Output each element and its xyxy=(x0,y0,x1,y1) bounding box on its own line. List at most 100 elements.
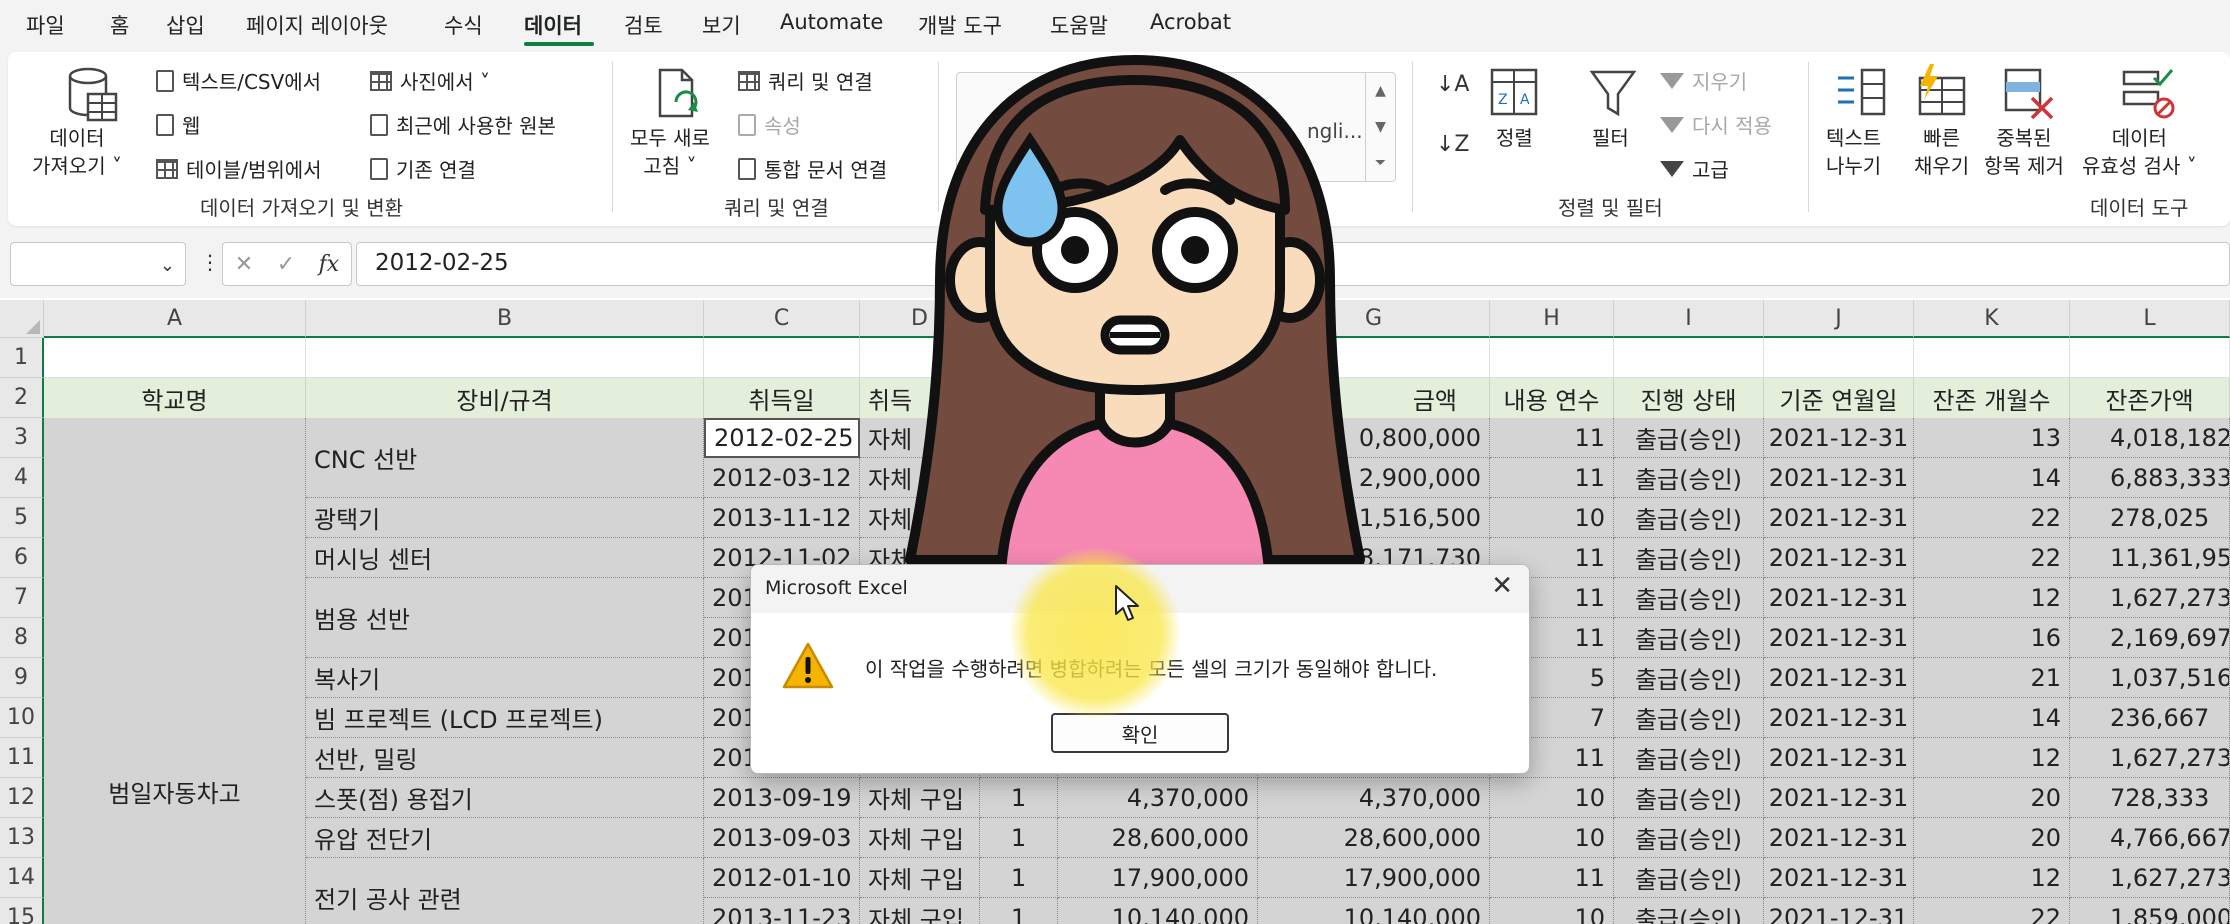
database-icon[interactable] xyxy=(64,66,120,126)
sort-ascending-icon[interactable]: ↓A xyxy=(1436,72,1469,97)
data-cell-j[interactable]: 2021-12-31 xyxy=(1764,458,1914,498)
more-options-icon[interactable]: ⋮ xyxy=(200,250,220,274)
sort-descending-icon[interactable]: ↓Z xyxy=(1436,132,1470,157)
insert-function-button[interactable]: fx xyxy=(319,252,340,277)
data-cell-c[interactable]: 2012-02-25 xyxy=(704,418,860,458)
data-cell-l[interactable]: 1,627,273 xyxy=(2070,738,2230,778)
header-cell-i[interactable]: 진행 상태 xyxy=(1614,378,1764,418)
data-cell-d[interactable]: 자체 구입 xyxy=(860,898,980,924)
data-cell-j[interactable]: 2021-12-31 xyxy=(1764,738,1914,778)
enter-icon[interactable]: ✓ xyxy=(277,252,295,277)
reapply-button[interactable]: 다시 적용 xyxy=(1660,110,1772,139)
get-data-button[interactable]: 데이터 가져오기 ˅ xyxy=(32,124,122,180)
data-cell-k[interactable]: 21 xyxy=(1914,658,2070,698)
data-cell-l[interactable]: 1,627,273 xyxy=(2070,858,2230,898)
header-cell-a[interactable]: 학교명 xyxy=(44,378,306,418)
data-cell-l[interactable]: 1,627,273 xyxy=(2070,578,2230,618)
equipment-cell[interactable]: 광택기 xyxy=(306,498,704,538)
gallery-down-icon[interactable]: ▼ xyxy=(1366,109,1395,145)
tab-data[interactable]: 데이터 xyxy=(524,10,582,40)
row-header-15[interactable]: 15 xyxy=(0,898,44,924)
data-cell-i[interactable]: 출급(승인) xyxy=(1614,658,1764,698)
row-header-4[interactable]: 4 xyxy=(0,458,44,498)
data-cell-d[interactable]: 자체 구입 xyxy=(860,818,980,858)
data-cell-h[interactable]: 10 xyxy=(1490,898,1614,924)
data-cell-k[interactable]: 22 xyxy=(1914,498,2070,538)
data-cell-h[interactable]: 10 xyxy=(1490,778,1614,818)
clear-filter-button[interactable]: 지우기 xyxy=(1660,66,1747,95)
text-to-columns-button[interactable]: 텍스트 나누기 xyxy=(1826,124,1881,180)
data-cell-g[interactable]: 10,140,000 xyxy=(1258,898,1490,924)
properties-button[interactable]: 속성 xyxy=(738,110,801,139)
equipment-cell[interactable]: 빔 프로젝트 (LCD 프로젝트) xyxy=(306,698,704,738)
school-name-cell[interactable]: 범일자동차고 xyxy=(44,418,306,924)
data-cell-k[interactable]: 13 xyxy=(1914,418,2070,458)
data-cell-l[interactable]: 1,859,000 xyxy=(2070,898,2230,924)
data-cell-k[interactable]: 16 xyxy=(1914,618,2070,658)
remove-duplicates-button[interactable]: 중복된 항목 제거 xyxy=(1984,124,2064,180)
data-cell-i[interactable]: 출급(승인) xyxy=(1614,458,1764,498)
data-validation-button[interactable]: 데이터 유효성 검사 ˅ xyxy=(2082,124,2197,180)
tab-developer[interactable]: 개발 도구 xyxy=(918,10,1002,40)
header-cell-b[interactable]: 장비/규격 xyxy=(306,378,704,418)
data-cell-i[interactable]: 출급(승인) xyxy=(1614,498,1764,538)
cell[interactable] xyxy=(2070,338,2230,378)
data-cell-k[interactable]: 20 xyxy=(1914,818,2070,858)
data-cell-j[interactable]: 2021-12-31 xyxy=(1764,818,1914,858)
workbook-links-button[interactable]: 통합 문서 연결 xyxy=(738,154,887,183)
data-cell-l[interactable]: 4,766,667 xyxy=(2070,818,2230,858)
cancel-icon[interactable]: ✕ xyxy=(235,252,253,277)
data-validation-icon[interactable] xyxy=(2120,66,2176,120)
data-cell-l[interactable]: 728,333 xyxy=(2070,778,2230,818)
data-cell-j[interactable]: 2021-12-31 xyxy=(1764,538,1914,578)
data-cell-j[interactable]: 2021-12-31 xyxy=(1764,698,1914,738)
gallery-up-icon[interactable]: ▲ xyxy=(1366,73,1395,109)
data-cell-h[interactable]: 10 xyxy=(1490,818,1614,858)
header-cell-h[interactable]: 내용 연수 xyxy=(1490,378,1614,418)
data-cell-e[interactable]: 1 xyxy=(980,778,1058,818)
filter-button[interactable]: 필터 xyxy=(1592,124,1629,152)
data-cell-f[interactable]: 28,600,000 xyxy=(1058,818,1258,858)
row-header-6[interactable]: 6 xyxy=(0,538,44,578)
data-cell-j[interactable]: 2021-12-31 xyxy=(1764,418,1914,458)
sort-icon[interactable]: Z A xyxy=(1488,66,1540,118)
equipment-cell[interactable]: 선반, 밀링 xyxy=(306,738,704,778)
tab-automate[interactable]: Automate xyxy=(780,10,883,34)
column-header-c[interactable]: C xyxy=(704,300,860,338)
equipment-cell[interactable]: 유압 전단기 xyxy=(306,818,704,858)
equipment-cell[interactable]: 복사기 xyxy=(306,658,704,698)
data-cell-e[interactable]: 1 xyxy=(980,858,1058,898)
ok-button[interactable]: 확인 xyxy=(1051,713,1229,753)
column-header-l[interactable]: L xyxy=(2070,300,2230,338)
data-cell-i[interactable]: 출급(승인) xyxy=(1614,418,1764,458)
row-header-10[interactable]: 10 xyxy=(0,698,44,738)
row-header-14[interactable]: 14 xyxy=(0,858,44,898)
data-cell-k[interactable]: 12 xyxy=(1914,738,2070,778)
flash-fill-button[interactable]: 빠른 채우기 xyxy=(1914,124,1969,180)
header-cell-k[interactable]: 잔존 개월수 xyxy=(1914,378,2070,418)
data-cell-i[interactable]: 출급(승인) xyxy=(1614,898,1764,924)
data-cell-i[interactable]: 출급(승인) xyxy=(1614,778,1764,818)
equipment-cell[interactable]: 전기 공사 관련 xyxy=(306,858,704,924)
chevron-down-icon[interactable]: ⌄ xyxy=(160,255,175,276)
column-header-a[interactable]: A xyxy=(44,300,306,338)
data-cell-j[interactable]: 2021-12-31 xyxy=(1764,618,1914,658)
equipment-cell[interactable]: 머시닝 센터 xyxy=(306,538,704,578)
close-icon[interactable]: ✕ xyxy=(1491,571,1513,601)
cell[interactable] xyxy=(704,338,860,378)
data-cell-k[interactable]: 22 xyxy=(1914,898,2070,924)
data-cell-k[interactable]: 22 xyxy=(1914,538,2070,578)
data-cell-f[interactable]: 17,900,000 xyxy=(1058,858,1258,898)
data-cell-i[interactable]: 출급(승인) xyxy=(1614,578,1764,618)
sort-button[interactable]: 정렬 xyxy=(1496,124,1533,152)
existing-connections-button[interactable]: 기존 연결 xyxy=(370,154,476,183)
header-cell-j[interactable]: 기준 연월일 xyxy=(1764,378,1914,418)
data-cell-i[interactable]: 출급(승인) xyxy=(1614,818,1764,858)
row-header-13[interactable]: 13 xyxy=(0,818,44,858)
data-cell-c[interactable]: 2013-09-19 xyxy=(704,778,860,818)
tab-help[interactable]: 도움말 xyxy=(1050,10,1108,40)
data-cell-c[interactable]: 2012-03-12 xyxy=(704,458,860,498)
from-picture-button[interactable]: 사진에서 ˅ xyxy=(370,66,490,95)
tab-view[interactable]: 보기 xyxy=(702,10,741,40)
tab-page-layout[interactable]: 페이지 레이아웃 xyxy=(246,10,388,40)
